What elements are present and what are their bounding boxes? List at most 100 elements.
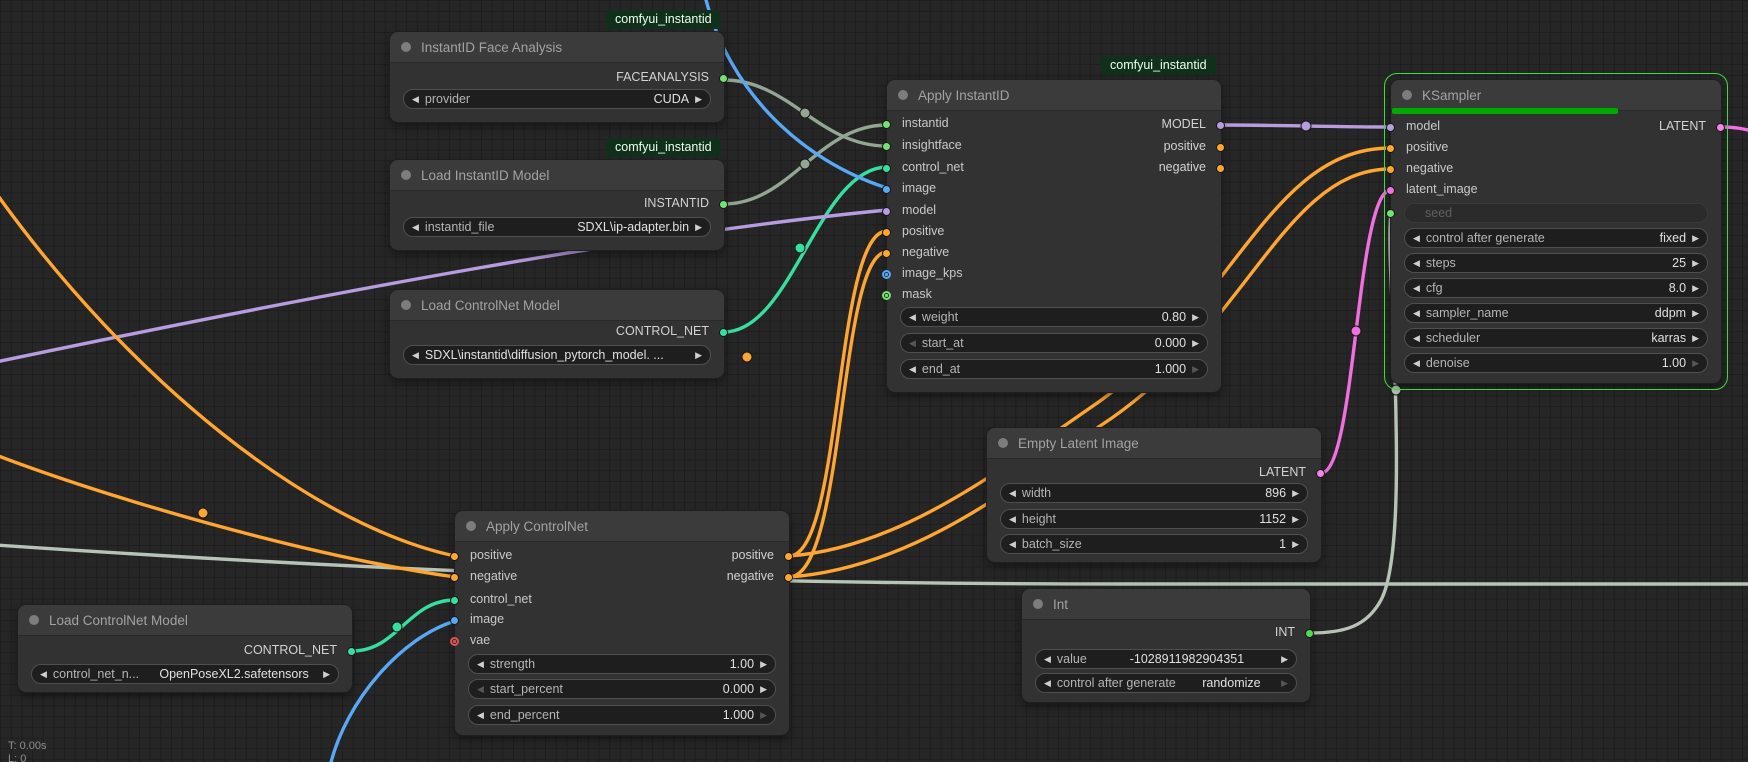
node-collapse-dot-icon[interactable] <box>29 615 39 625</box>
node-title-bar[interactable]: Int <box>1022 589 1310 620</box>
link-midpoint-dot[interactable] <box>1301 121 1311 131</box>
decrement-arrow-icon[interactable]: ◀ <box>40 670 47 679</box>
decrement-arrow-icon[interactable]: ◀ <box>909 339 916 348</box>
widget-sdxl-instantid-diffusion-pytorch-model[interactable]: ◀SDXL\instantid\diffusion_pytorch_model.… <box>403 345 711 365</box>
widget-end-percent[interactable]: ◀end_percent1.000▶ <box>468 705 776 725</box>
decrement-arrow-icon[interactable]: ◀ <box>909 313 916 322</box>
decrement-arrow-icon[interactable]: ◀ <box>477 711 484 720</box>
decrement-arrow-icon[interactable]: ◀ <box>1009 515 1016 524</box>
link-midpoint-dot[interactable] <box>198 508 208 518</box>
node-title-bar[interactable]: Apply ControlNet <box>455 511 789 542</box>
increment-arrow-icon[interactable]: ▶ <box>695 223 702 232</box>
widget-seed-disabled[interactable]: seed <box>1404 203 1708 223</box>
widget-control-net-n[interactable]: ◀control_net_n...OpenPoseXL2.safetensors… <box>31 664 339 684</box>
link-midpoint-dot[interactable] <box>1351 326 1361 336</box>
decrement-arrow-icon[interactable]: ◀ <box>1044 655 1051 664</box>
output-port-negative[interactable] <box>784 573 793 582</box>
node-load-instantid-model[interactable]: Load InstantID ModelINSTANTID◀instantid_… <box>390 160 724 250</box>
input-port-negative[interactable] <box>450 573 459 582</box>
increment-arrow-icon[interactable]: ▶ <box>1292 540 1299 549</box>
increment-arrow-icon[interactable]: ▶ <box>1692 334 1699 343</box>
node-collapse-dot-icon[interactable] <box>401 42 411 52</box>
increment-arrow-icon[interactable]: ▶ <box>1281 679 1288 688</box>
output-port-int[interactable] <box>1305 629 1314 638</box>
input-port-latent-image[interactable] <box>1386 186 1395 195</box>
node-collapse-dot-icon[interactable] <box>466 521 476 531</box>
increment-arrow-icon[interactable]: ▶ <box>1192 339 1199 348</box>
increment-arrow-icon[interactable]: ▶ <box>695 351 702 360</box>
output-port-control-net[interactable] <box>347 647 356 656</box>
node-title-bar[interactable]: InstantID Face Analysis <box>390 32 724 63</box>
widget-cfg[interactable]: ◀cfg8.0▶ <box>1404 278 1708 298</box>
node-instantid-face-analysis[interactable]: InstantID Face AnalysisFACEANALYSIS◀prov… <box>390 32 724 122</box>
input-port-vae[interactable] <box>450 637 459 646</box>
node-collapse-dot-icon[interactable] <box>1402 90 1412 100</box>
widget-value[interactable]: ◀value-1028911982904351▶ <box>1035 649 1297 669</box>
decrement-arrow-icon[interactable]: ◀ <box>1044 679 1051 688</box>
decrement-arrow-icon[interactable]: ◀ <box>477 660 484 669</box>
decrement-arrow-icon[interactable]: ◀ <box>477 685 484 694</box>
input-port-control-net[interactable] <box>450 596 459 605</box>
input-port-insightface[interactable] <box>882 142 891 151</box>
decrement-arrow-icon[interactable]: ◀ <box>1009 489 1016 498</box>
widget-weight[interactable]: ◀weight0.80▶ <box>900 307 1208 327</box>
node-title-bar[interactable]: Load InstantID Model <box>390 160 724 191</box>
input-port-mask[interactable] <box>882 291 891 300</box>
increment-arrow-icon[interactable]: ▶ <box>1192 313 1199 322</box>
link-midpoint-dot[interactable] <box>795 243 805 253</box>
link-midpoint-dot[interactable] <box>392 622 402 632</box>
output-port-latent[interactable] <box>1716 123 1725 132</box>
input-port-model[interactable] <box>882 207 891 216</box>
link-midpoint-dot[interactable] <box>1391 385 1401 395</box>
widget-sampler-name[interactable]: ◀sampler_nameddpm▶ <box>1404 303 1708 323</box>
input-port-control-net[interactable] <box>882 164 891 173</box>
node-load-controlnet-model[interactable]: Load ControlNet ModelCONTROL_NET◀SDXL\in… <box>390 290 724 378</box>
node-collapse-dot-icon[interactable] <box>401 300 411 310</box>
input-port-instantid[interactable] <box>882 120 891 129</box>
node-apply-instantid[interactable]: Apply InstantIDinstantidinsightfacecontr… <box>887 80 1221 392</box>
input-port-model[interactable] <box>1386 123 1395 132</box>
input-port-seed[interactable] <box>1386 209 1395 218</box>
node-load-controlnet-model[interactable]: Load ControlNet ModelCONTROL_NET◀control… <box>18 605 352 692</box>
increment-arrow-icon[interactable]: ▶ <box>1292 515 1299 524</box>
node-collapse-dot-icon[interactable] <box>898 90 908 100</box>
widget-end-at[interactable]: ◀end_at1.000▶ <box>900 359 1208 379</box>
increment-arrow-icon[interactable]: ▶ <box>1292 489 1299 498</box>
node-title-bar[interactable]: Load ControlNet Model <box>18 605 352 636</box>
widget-batch-size[interactable]: ◀batch_size1▶ <box>1000 534 1308 554</box>
decrement-arrow-icon[interactable]: ◀ <box>412 351 419 360</box>
increment-arrow-icon[interactable]: ▶ <box>1692 309 1699 318</box>
increment-arrow-icon[interactable]: ▶ <box>1692 359 1699 368</box>
widget-denoise[interactable]: ◀denoise1.00▶ <box>1404 353 1708 373</box>
increment-arrow-icon[interactable]: ▶ <box>760 711 767 720</box>
decrement-arrow-icon[interactable]: ◀ <box>1413 334 1420 343</box>
decrement-arrow-icon[interactable]: ◀ <box>909 365 916 374</box>
increment-arrow-icon[interactable]: ▶ <box>323 670 330 679</box>
node-apply-controlnet[interactable]: Apply ControlNetpositivenegativecontrol_… <box>455 511 789 735</box>
widget-start-at[interactable]: ◀start_at0.000▶ <box>900 333 1208 353</box>
increment-arrow-icon[interactable]: ▶ <box>1692 234 1699 243</box>
node-title-bar[interactable]: Empty Latent Image <box>987 428 1321 459</box>
node-empty-latent-image[interactable]: Empty Latent ImageLATENT◀width896▶◀heigh… <box>987 428 1321 562</box>
node-collapse-dot-icon[interactable] <box>1033 599 1043 609</box>
decrement-arrow-icon[interactable]: ◀ <box>1413 309 1420 318</box>
output-port-negative[interactable] <box>1216 164 1225 173</box>
input-port-negative[interactable] <box>882 249 891 258</box>
decrement-arrow-icon[interactable]: ◀ <box>412 223 419 232</box>
widget-strength[interactable]: ◀strength1.00▶ <box>468 654 776 674</box>
input-port-positive[interactable] <box>450 552 459 561</box>
widget-control-after-generate[interactable]: ◀control after generatefixed▶ <box>1404 228 1708 248</box>
widget-instantid-file[interactable]: ◀instantid_fileSDXL\ip-adapter.bin▶ <box>403 217 711 237</box>
input-port-positive[interactable] <box>1386 144 1395 153</box>
widget-steps[interactable]: ◀steps25▶ <box>1404 253 1708 273</box>
widget-provider[interactable]: ◀providerCUDA▶ <box>403 89 711 109</box>
link-midpoint-dot[interactable] <box>800 159 810 169</box>
node-title-bar[interactable]: Load ControlNet Model <box>390 290 724 321</box>
widget-height[interactable]: ◀height1152▶ <box>1000 509 1308 529</box>
decrement-arrow-icon[interactable]: ◀ <box>1009 540 1016 549</box>
link-midpoint-dot[interactable] <box>742 352 752 362</box>
widget-control-after-generate[interactable]: ◀control after generaterandomize▶ <box>1035 673 1297 693</box>
node-ksampler[interactable]: KSamplermodelpositivenegativelatent_imag… <box>1391 80 1721 383</box>
decrement-arrow-icon[interactable]: ◀ <box>1413 234 1420 243</box>
decrement-arrow-icon[interactable]: ◀ <box>1413 259 1420 268</box>
